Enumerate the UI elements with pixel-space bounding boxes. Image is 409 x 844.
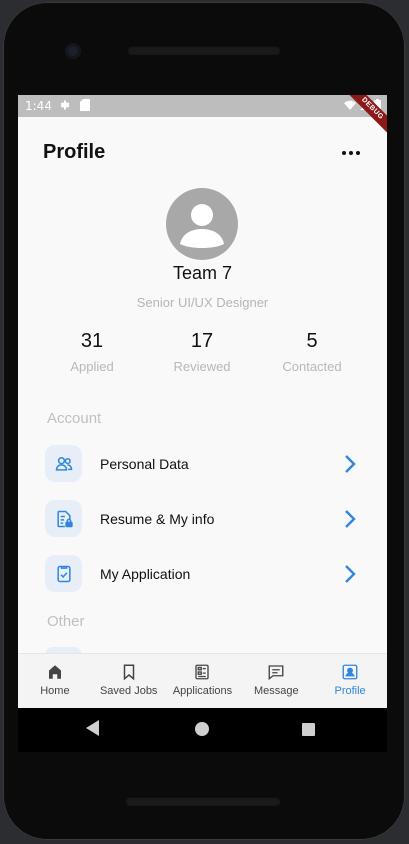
menu-item-my-application[interactable]: My Application xyxy=(45,555,365,595)
stat-value: 17 xyxy=(190,330,214,352)
recents-square-icon[interactable] xyxy=(302,723,315,736)
nav-label: Saved Jobs xyxy=(99,685,158,697)
home-icon xyxy=(48,665,61,679)
nav-item-saved-jobs[interactable]: Saved Jobs xyxy=(92,654,166,708)
profile-role: Senior UI/UX Designer xyxy=(136,295,269,310)
menu-item-label: My Application xyxy=(100,566,191,582)
people-icon xyxy=(55,456,72,471)
nav-label: Applications xyxy=(172,685,233,697)
status-bar: 1:44 DEBUG xyxy=(18,95,387,138)
menu-icon-container xyxy=(45,445,82,482)
applications-icon xyxy=(195,664,210,680)
chevron-right-icon xyxy=(345,510,356,528)
sd-card-icon xyxy=(80,99,90,111)
nav-item-applications[interactable]: Applications xyxy=(166,654,240,708)
nav-label: Home xyxy=(40,685,70,697)
bottom-speaker xyxy=(125,796,281,806)
document-lock-icon xyxy=(56,510,73,527)
avatar[interactable] xyxy=(166,188,238,260)
page-title: Profile xyxy=(43,141,106,163)
back-triangle-icon[interactable] xyxy=(86,720,100,736)
more-options-button[interactable] xyxy=(341,143,361,163)
nav-label: Profile xyxy=(334,685,366,697)
stat-reviewed: 17 Reviewed xyxy=(147,330,257,374)
person-silhouette-icon xyxy=(180,204,224,248)
home-circle-icon[interactable] xyxy=(195,722,209,736)
stat-label: Contacted xyxy=(282,359,342,374)
section-title-other: Other xyxy=(47,613,85,630)
nav-item-profile[interactable]: Profile xyxy=(313,654,387,708)
nav-item-home[interactable]: Home xyxy=(18,654,92,708)
status-time: 1:44 xyxy=(25,99,52,113)
nav-label: Message xyxy=(253,685,299,697)
menu-item-label: Resume & My info xyxy=(100,511,215,527)
menu-icon-container xyxy=(45,555,82,592)
menu-item-label: Personal Data xyxy=(100,456,189,472)
stat-value: 5 xyxy=(306,330,318,352)
nav-item-message[interactable]: Message xyxy=(239,654,313,708)
system-navigation-bar xyxy=(18,708,387,752)
wifi-icon xyxy=(344,100,356,110)
section-title-account: Account xyxy=(47,410,102,427)
document-check-icon xyxy=(56,565,71,582)
chevron-right-icon xyxy=(345,455,356,473)
profile-icon xyxy=(342,664,358,680)
stat-applied: 31 Applied xyxy=(37,330,147,374)
stat-label: Reviewed xyxy=(173,359,231,374)
front-camera xyxy=(65,43,81,59)
more-dot-icon xyxy=(349,151,353,155)
more-dot-icon xyxy=(342,151,346,155)
bookmark-icon xyxy=(123,664,134,681)
profile-name: Team 7 xyxy=(172,263,233,283)
more-dot-icon xyxy=(356,151,360,155)
app-screen: 1:44 DEBUG Profile Team 7 Senior UI/UX D… xyxy=(18,95,387,708)
chevron-right-icon xyxy=(345,565,356,583)
menu-icon-container xyxy=(45,500,82,537)
stat-label: Applied xyxy=(70,359,114,374)
stat-value: 31 xyxy=(80,330,104,352)
menu-item-personal-data[interactable]: Personal Data xyxy=(45,445,365,485)
earpiece-speaker xyxy=(127,45,281,55)
stat-contacted: 5 Contacted xyxy=(257,330,367,374)
settings-gear-icon xyxy=(60,100,70,110)
menu-item-resume[interactable]: Resume & My info xyxy=(45,500,365,540)
message-icon xyxy=(268,665,284,681)
bottom-navigation: Home Saved Jobs Applications Message Pro… xyxy=(18,653,387,708)
